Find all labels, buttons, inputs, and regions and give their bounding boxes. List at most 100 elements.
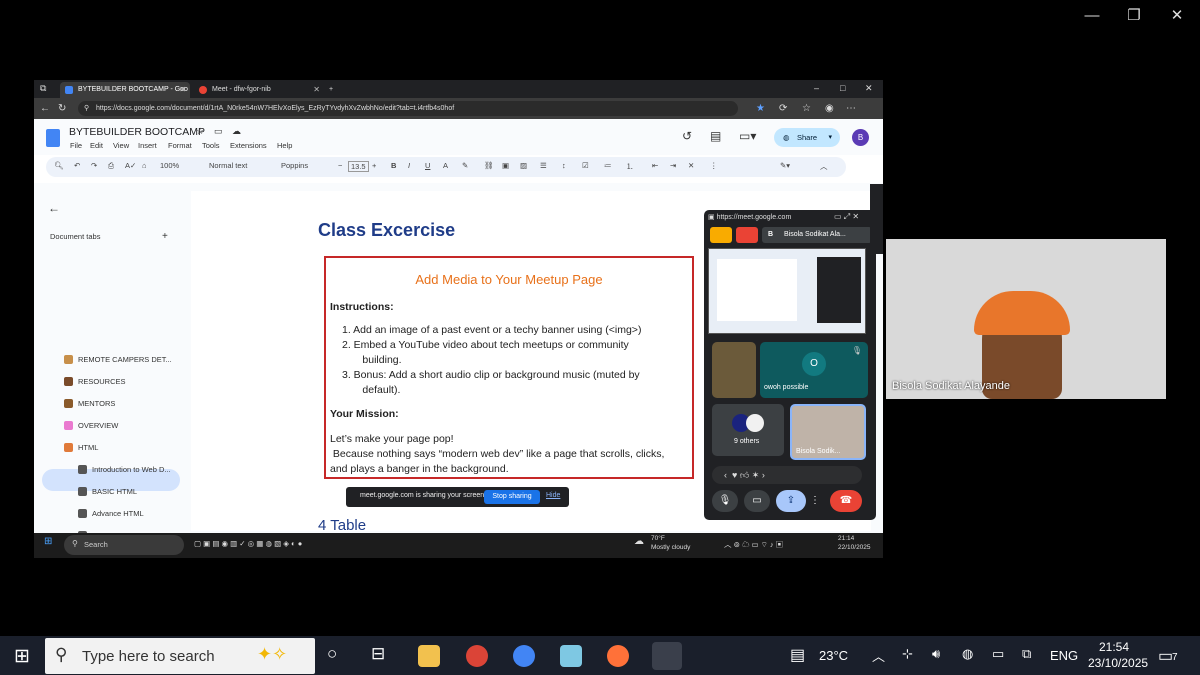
presenter-chip[interactable]: B Bisola Sodikat Ala... bbox=[762, 227, 872, 243]
collections-icon[interactable]: ☆ bbox=[802, 101, 811, 116]
align-icon[interactable]: ☰ bbox=[540, 161, 547, 170]
media-player-icon[interactable] bbox=[652, 642, 682, 670]
tab-actions-icon[interactable]: ⧉ bbox=[40, 81, 46, 96]
comment-icon[interactable]: ▣ bbox=[502, 161, 509, 170]
others-tile[interactable]: 9 others bbox=[712, 404, 784, 456]
redo-icon[interactable]: ↷ bbox=[91, 161, 97, 170]
zoom-select[interactable]: 100% bbox=[160, 161, 179, 170]
browser-close-button[interactable]: ✕ bbox=[865, 81, 873, 96]
print-icon[interactable]: ⎙ bbox=[108, 161, 114, 171]
site-info-icon[interactable]: ⚲ bbox=[84, 101, 89, 116]
checklist-icon[interactable]: ☑ bbox=[582, 161, 589, 170]
sidebar-item-label[interactable]: OVERVIEW bbox=[78, 421, 118, 430]
clock-date[interactable]: 23/10/2025 bbox=[1088, 656, 1148, 670]
menu-format[interactable]: Format bbox=[168, 141, 192, 150]
notepad-icon[interactable] bbox=[560, 645, 582, 667]
pip-controls-icon[interactable]: ▭ ⤢ ✕ bbox=[834, 212, 859, 222]
party-icon[interactable]: ✶ bbox=[752, 470, 760, 480]
task-view-icon[interactable]: ○ bbox=[327, 644, 337, 664]
sidebar-item-label[interactable]: RESOURCES bbox=[78, 377, 126, 386]
refresh-icon[interactable]: ↻ bbox=[58, 101, 66, 116]
leave-call-button[interactable]: ☎ bbox=[830, 490, 862, 512]
menu-tools[interactable]: Tools bbox=[202, 141, 220, 150]
browser-minimize-button[interactable]: – bbox=[814, 81, 819, 96]
chevron-down-icon[interactable]: ▾ bbox=[828, 128, 832, 147]
participant-tile-owoh[interactable]: O owoh possible 🎙︎ bbox=[760, 342, 868, 398]
numbered-list-icon[interactable]: ⒈ bbox=[626, 161, 634, 172]
present-button[interactable]: ⇪ bbox=[776, 490, 806, 512]
sidebar-item-label[interactable]: HTML bbox=[78, 443, 98, 452]
extensions-icon[interactable]: ⟳ bbox=[779, 101, 787, 116]
link-icon[interactable]: ⛓ bbox=[484, 161, 494, 170]
increase-indent-icon[interactable]: ⇥ bbox=[670, 161, 676, 170]
editing-mode-icon[interactable]: ✎▾ bbox=[780, 161, 790, 170]
browser-maximize-button[interactable]: □ bbox=[840, 81, 845, 96]
self-tile[interactable]: Bisola Sodik... bbox=[790, 404, 866, 460]
globe-icon[interactable]: ◍ bbox=[962, 646, 973, 662]
presentation-icon[interactable] bbox=[710, 227, 732, 243]
move-folder-icon[interactable]: ▭ bbox=[214, 126, 223, 137]
heart-icon[interactable]: ♥ bbox=[732, 470, 737, 480]
mic-button[interactable]: 🎙︎ bbox=[712, 490, 738, 512]
decrease-indent-icon[interactable]: ⇤ bbox=[652, 161, 658, 170]
tab-close-icon[interactable]: ✕ bbox=[313, 82, 320, 98]
menu-extensions[interactable]: Extensions bbox=[230, 141, 267, 150]
sidebar-item-label[interactable]: REMOTE CAMPERS DET... bbox=[78, 355, 172, 364]
menu-help[interactable]: Help bbox=[277, 141, 292, 150]
bold-icon[interactable]: B bbox=[391, 161, 396, 170]
paint-format-icon[interactable]: ⌂ bbox=[142, 161, 147, 170]
window-close-button[interactable]: ✕ bbox=[1162, 6, 1192, 26]
menu-file[interactable]: File bbox=[70, 141, 82, 150]
new-tab-button[interactable]: + bbox=[326, 82, 340, 98]
sidebar-item-label[interactable]: Introduction to Web D... bbox=[92, 465, 171, 474]
inner-tray-icons[interactable]: ︿ ⊚ ☁ ▭ ⌔ ♪ ▣ bbox=[724, 539, 783, 550]
meet-video-icon[interactable]: ▭▾ bbox=[739, 129, 756, 143]
firefox-icon[interactable] bbox=[607, 645, 629, 667]
highlight-icon[interactable]: ✎ bbox=[462, 161, 468, 170]
back-arrow-icon[interactable]: ← bbox=[48, 201, 60, 215]
participant-video[interactable] bbox=[886, 239, 1166, 399]
meet-pip-window[interactable]: ▣ https://meet.google.com ▭ ⤢ ✕ B Bisola… bbox=[704, 210, 876, 520]
pip-side-tools[interactable] bbox=[870, 184, 883, 254]
undo-icon[interactable]: ↶ bbox=[74, 161, 80, 170]
increase-font-icon[interactable]: + bbox=[372, 161, 376, 170]
menu-edit[interactable]: Edit bbox=[90, 141, 103, 150]
account-avatar[interactable]: B bbox=[852, 129, 869, 146]
search-menus-icon[interactable]: 🔍︎ bbox=[54, 161, 64, 170]
camera-button[interactable]: ▭ bbox=[744, 490, 770, 512]
show-hidden-icons[interactable]: ︿ bbox=[872, 646, 885, 665]
docs-logo-icon[interactable] bbox=[46, 129, 60, 147]
bullet-list-icon[interactable]: ≔ bbox=[604, 161, 612, 170]
tab-meet[interactable]: Meet - dfw-fgor-nib ✕ bbox=[194, 82, 324, 98]
chrome-icon[interactable] bbox=[466, 645, 488, 667]
share-button[interactable]: ◍ Share ▾ bbox=[774, 128, 840, 147]
next-reaction-icon[interactable]: › bbox=[762, 470, 765, 480]
widgets-icon[interactable]: ⊟ bbox=[371, 644, 385, 664]
favorite-star-icon[interactable]: ★ bbox=[756, 101, 765, 116]
thumbs-up-icon[interactable]: 👍︎ bbox=[740, 470, 749, 480]
decrease-font-icon[interactable]: − bbox=[338, 161, 342, 170]
clear-format-icon[interactable]: ✕ bbox=[688, 161, 694, 170]
taskbar-search[interactable]: ⚲ Type here to search ✦✧ bbox=[45, 638, 315, 674]
font-select[interactable]: Poppins bbox=[281, 161, 308, 170]
add-tab-icon[interactable]: + bbox=[162, 231, 168, 242]
clock-time[interactable]: 21:54 bbox=[1099, 640, 1129, 654]
inner-taskbar-apps[interactable]: ▢ ▣ ▤ ◉ ▥ ✓ ◎ ▦ ◍ ▧ ◈ ◐ ● bbox=[194, 539, 302, 548]
display-icon[interactable]: ⧉ bbox=[1022, 646, 1031, 662]
underline-icon[interactable]: U bbox=[425, 161, 430, 170]
participant-tile-image[interactable] bbox=[712, 342, 756, 398]
notifications-icon[interactable]: ▭ bbox=[1158, 646, 1173, 666]
hide-notice-button[interactable]: Hide bbox=[546, 492, 560, 499]
reactions-bar[interactable]: ‹ ♥ 👍︎ ✶ › bbox=[712, 466, 862, 484]
battery-icon[interactable]: ▭ bbox=[992, 646, 1004, 662]
windows-start-icon[interactable]: ⊞ bbox=[14, 645, 30, 668]
menu-insert[interactable]: Insert bbox=[138, 141, 157, 150]
sidebar-item-label[interactable]: BASIC HTML bbox=[92, 487, 137, 496]
window-restore-button[interactable]: ❐ bbox=[1119, 6, 1149, 26]
profile-avatar-icon[interactable]: ◉ bbox=[825, 101, 834, 116]
more-options-icon[interactable]: ⋮ bbox=[810, 490, 820, 512]
history-icon[interactable]: ↺ bbox=[682, 129, 692, 143]
file-explorer-icon[interactable] bbox=[418, 645, 440, 667]
window-minimize-button[interactable]: — bbox=[1077, 6, 1107, 26]
collapse-toolbar-icon[interactable]: ︿ bbox=[820, 161, 828, 172]
